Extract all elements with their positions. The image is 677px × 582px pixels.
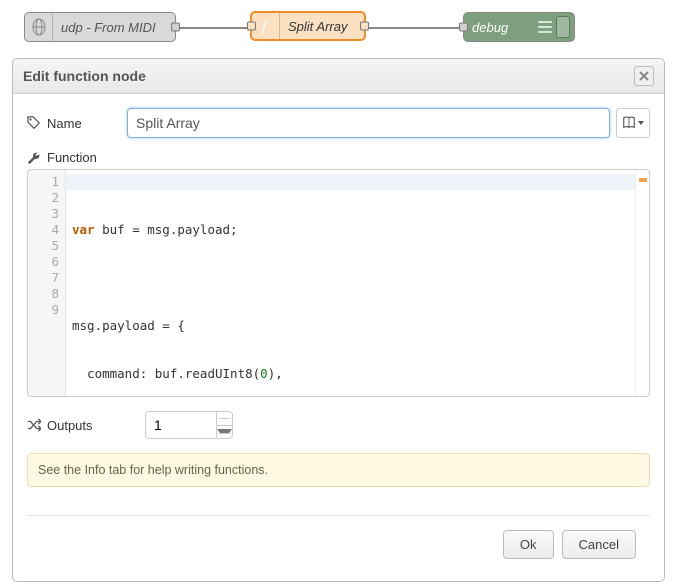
- chevron-down-icon: [217, 429, 232, 434]
- shuffle-icon: [27, 418, 41, 432]
- output-port[interactable]: [171, 23, 180, 32]
- svg-text:f: f: [262, 19, 268, 34]
- library-button[interactable]: [616, 108, 650, 138]
- overview-ruler: [635, 170, 649, 396]
- spinner-down-button[interactable]: [217, 426, 232, 439]
- name-label: Name: [27, 116, 127, 131]
- book-icon: [622, 116, 636, 130]
- node-label: debug: [464, 20, 538, 35]
- function-label: Function: [27, 150, 650, 165]
- code-editor[interactable]: 1 2 3 4 5 6 7 8 9 var buf = msg.payload;…: [27, 169, 650, 397]
- function-icon: f: [252, 13, 280, 39]
- panel-header: Edit function node: [13, 59, 664, 94]
- debug-toggle-button[interactable]: [556, 16, 570, 38]
- tag-icon: [27, 116, 41, 130]
- debug-bars-icon: [538, 19, 552, 35]
- input-port[interactable]: [459, 23, 468, 32]
- outputs-input[interactable]: [146, 412, 216, 438]
- info-tip: See the Info tab for help writing functi…: [27, 453, 650, 487]
- close-icon: [639, 71, 649, 81]
- wire: [170, 27, 256, 29]
- node-debug[interactable]: debug: [463, 12, 575, 42]
- cancel-button[interactable]: Cancel: [562, 530, 636, 559]
- input-port[interactable]: [247, 22, 256, 31]
- wire: [360, 27, 470, 29]
- flow-canvas: udp - From MIDI f Split Array debug: [0, 0, 677, 48]
- close-button[interactable]: [634, 66, 654, 86]
- node-label: udp - From MIDI: [53, 20, 175, 35]
- active-line-highlight: [66, 174, 635, 190]
- wrench-icon: [27, 151, 41, 165]
- line-gutter: 1 2 3 4 5 6 7 8 9: [28, 170, 66, 396]
- chevron-down-icon: [638, 121, 644, 125]
- overview-marker: [639, 178, 647, 182]
- node-label: Split Array: [280, 19, 364, 34]
- outputs-label: Outputs: [27, 418, 127, 433]
- node-udp[interactable]: udp - From MIDI: [24, 12, 176, 42]
- code-area[interactable]: var buf = msg.payload; msg.payload = { c…: [66, 170, 635, 396]
- node-function[interactable]: f Split Array: [250, 11, 366, 41]
- name-row: Name: [27, 108, 650, 138]
- outputs-row: Outputs: [27, 411, 650, 439]
- chevron-up-icon: [217, 418, 232, 419]
- name-input[interactable]: [127, 108, 610, 138]
- ok-button[interactable]: Ok: [503, 530, 554, 559]
- panel-title: Edit function node: [23, 68, 146, 84]
- edit-function-panel: Edit function node Name Function 1 2: [12, 58, 665, 582]
- output-port[interactable]: [360, 22, 369, 31]
- panel-footer: Ok Cancel: [27, 515, 650, 573]
- udp-icon: [25, 13, 53, 41]
- outputs-spinner[interactable]: [145, 411, 233, 439]
- spinner-up-button[interactable]: [217, 412, 232, 426]
